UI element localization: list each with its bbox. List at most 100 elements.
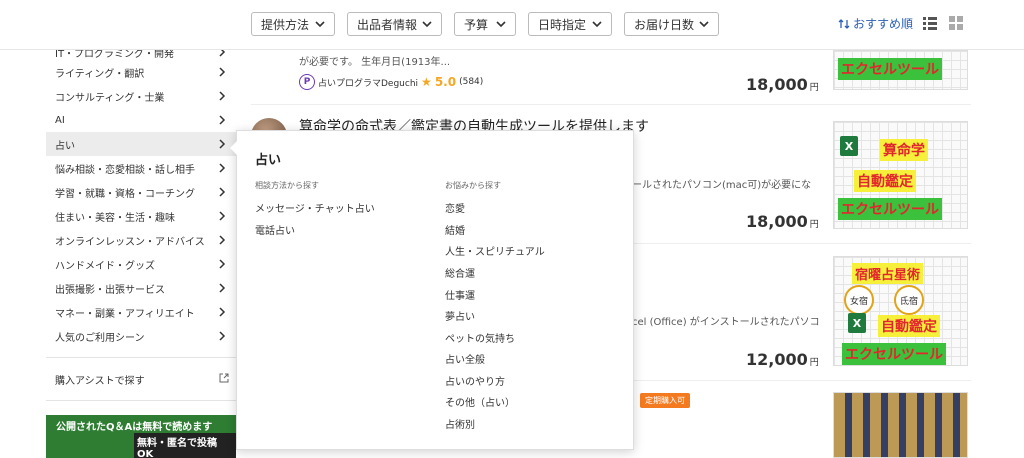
sidebar-item-label: マネー・副業・アフィリエイト — [55, 308, 195, 320]
popup-item-general-luck[interactable]: 総合運 — [445, 265, 475, 280]
grid-view-icon[interactable] — [949, 16, 963, 30]
filter-label: お届け日数 — [634, 17, 695, 32]
chevron-right-icon — [219, 211, 226, 221]
sidebar-item-label: 人気のご利用シーン — [55, 332, 145, 344]
filter-date[interactable]: 日時指定 — [528, 12, 612, 36]
popup-caret — [230, 141, 237, 155]
popup-item-how-to[interactable]: 占いのやり方 — [445, 373, 505, 388]
yen-unit: 円 — [809, 220, 819, 230]
sidebar-item-label: 住まい・美容・生活・趣味 — [55, 212, 175, 224]
filter-bar: 提供方法 出品者情報 予算 日時指定 お届け日数 おすすめ順 — [0, 0, 1024, 50]
sidebar-divider — [46, 357, 236, 358]
sidebar-item-money[interactable]: マネー・副業・アフィリエイト — [46, 300, 236, 324]
chevron-down-icon — [496, 21, 506, 28]
chevron-down-icon — [422, 21, 432, 28]
sidebar-item-handmade[interactable]: ハンドメイド・グッズ — [46, 252, 236, 276]
chevron-right-icon — [219, 115, 226, 125]
popup-item-work-luck[interactable]: 仕事運 — [445, 287, 475, 302]
sidebar-item-consulting[interactable]: コンサルティング・士業 — [46, 84, 236, 108]
filter-budget[interactable]: 予算 — [454, 12, 516, 36]
sidebar-item-label: ハンドメイド・グッズ — [55, 260, 155, 272]
sidebar-item-fortune[interactable]: 占い — [46, 132, 236, 156]
listing-separator — [251, 104, 971, 105]
popup-item-phone[interactable]: 電話占い — [255, 222, 295, 237]
sidebar-item-label: オンラインレッスン・アドバイス — [55, 236, 205, 248]
sidebar-item-ai[interactable]: AI — [46, 108, 236, 132]
seller-info[interactable]: P 占いプログラマDeguchi ★ 5.0 (584) — [299, 74, 483, 90]
chevron-right-icon — [219, 283, 226, 293]
price-value: 12,000 — [746, 350, 808, 369]
listing-description: cel (Office) がインストールされたパソコ — [632, 317, 820, 328]
popup-section-heading: 相談方法から探す — [255, 181, 319, 190]
sidebar-item-label: 出張撮影・出張サービス — [55, 284, 165, 296]
thumb-label: エクセルツール — [842, 343, 946, 365]
qa-banner[interactable]: 公開されたQ＆Aは無料で読めます 無料・匿名で投稿OK — [46, 415, 236, 458]
banner-subline: 無料・匿名で投稿OK — [134, 433, 236, 458]
sidebar-item-living[interactable]: 住まい・美容・生活・趣味 — [46, 204, 236, 228]
filter-delivery-days[interactable]: お届け日数 — [624, 12, 719, 36]
star-icon: ★ — [421, 75, 432, 89]
chevron-right-icon — [219, 91, 226, 101]
popup-item-love[interactable]: 恋愛 — [445, 200, 465, 215]
list-view-icon[interactable] — [923, 16, 937, 30]
chevron-right-icon — [219, 187, 226, 197]
popup-item-spiritual[interactable]: 人生・スピリチュアル — [445, 243, 545, 258]
sort-selector[interactable]: おすすめ順 — [838, 15, 913, 32]
banner-headline: 公開されたQ＆Aは無料で読めます — [56, 422, 213, 433]
popup-item-message-chat[interactable]: メッセージ・チャット占い — [255, 200, 375, 215]
filter-delivery-method[interactable]: 提供方法 — [251, 12, 335, 36]
fortune-submenu-popup: 占い 相談方法から探す メッセージ・チャット占い 電話占い お悩みから探す 恋愛… — [230, 130, 634, 450]
thumb-label: 自動鑑定 — [878, 315, 940, 337]
yen-unit: 円 — [809, 83, 819, 93]
listing-thumbnail[interactable]: X 算命学 自動鑑定 エクセルツール — [833, 121, 968, 229]
filter-label: 日時指定 — [538, 17, 587, 32]
yen-unit: 円 — [809, 358, 819, 368]
thumb-label: エクセルツール — [838, 58, 942, 80]
listing-price: 12,000 円 — [746, 350, 819, 369]
popup-item-pet[interactable]: ペットの気持ち — [445, 330, 515, 345]
thumb-label: 宿曜占星術 — [852, 263, 924, 284]
sidebar-item-label: コンサルティング・士業 — [55, 92, 165, 104]
price-value: 18,000 — [746, 212, 808, 231]
sidebar-divider — [46, 400, 236, 401]
sidebar-item-popular-scenes[interactable]: 人気のご利用シーン — [46, 324, 236, 348]
sort-label: おすすめ順 — [853, 17, 914, 31]
sidebar-item-onsite[interactable]: 出張撮影・出張サービス — [46, 276, 236, 300]
popup-section-heading: お悩みから探す — [445, 181, 501, 190]
chevron-down-icon — [592, 21, 602, 28]
sidebar-item-counseling[interactable]: 悩み相談・恋愛相談・話し相手 — [46, 156, 236, 180]
sidebar-item-label: 学習・就職・資格・コーチング — [55, 188, 195, 200]
seller-name: 占いプログラマDeguchi — [318, 78, 419, 89]
popup-item-marriage[interactable]: 結婚 — [445, 222, 465, 237]
price-value: 18,000 — [746, 75, 808, 94]
filter-seller-info[interactable]: 出品者情報 — [347, 12, 442, 36]
chevron-right-icon — [219, 235, 226, 245]
listing-thumbnail[interactable] — [833, 392, 968, 458]
popup-item-fortune-general[interactable]: 占い全般 — [445, 351, 485, 366]
chevron-right-icon — [219, 139, 226, 149]
sidebar-item-online-lesson[interactable]: オンラインレッスン・アドバイス — [46, 228, 236, 252]
thumb-label: 自動鑑定 — [854, 170, 916, 192]
filter-label: 出品者情報 — [357, 17, 418, 32]
thumb-label: エクセルツール — [838, 198, 942, 220]
listing-price: 18,000 円 — [746, 212, 819, 231]
popup-item-dream[interactable]: 夢占い — [445, 308, 475, 323]
sidebar-item-learning[interactable]: 学習・就職・資格・コーチング — [46, 180, 236, 204]
chevron-down-icon — [699, 21, 709, 28]
listing-description: が必要です。 生年月日(1913年... — [299, 57, 451, 68]
chevron-right-icon — [219, 331, 226, 341]
sidebar-item-writing[interactable]: ライティング・翻訳 — [46, 60, 236, 84]
purchase-assist-link[interactable]: 購入アシストで探す — [55, 372, 145, 387]
popup-item-other[interactable]: その他（占い） — [445, 394, 515, 409]
sort-icon — [838, 18, 850, 29]
category-sidebar: IT・プログラミング・開発 ライティング・翻訳 コンサルティング・士業 AI 占… — [46, 40, 236, 348]
review-count: (584) — [459, 77, 484, 87]
listing-thumbnail[interactable]: エクセルツール — [833, 50, 968, 90]
listing-price: 18,000 円 — [746, 75, 819, 94]
sidebar-item-label: 占い — [55, 140, 75, 152]
subscription-tag: 定期購入可 — [640, 393, 690, 408]
external-link-icon — [219, 373, 229, 383]
popup-item-by-method[interactable]: 占術別 — [445, 416, 475, 431]
listing-thumbnail[interactable]: 宿曜占星術 女宿 氐宿 X 自動鑑定 エクセルツール — [833, 256, 968, 366]
chevron-right-icon — [219, 163, 226, 173]
